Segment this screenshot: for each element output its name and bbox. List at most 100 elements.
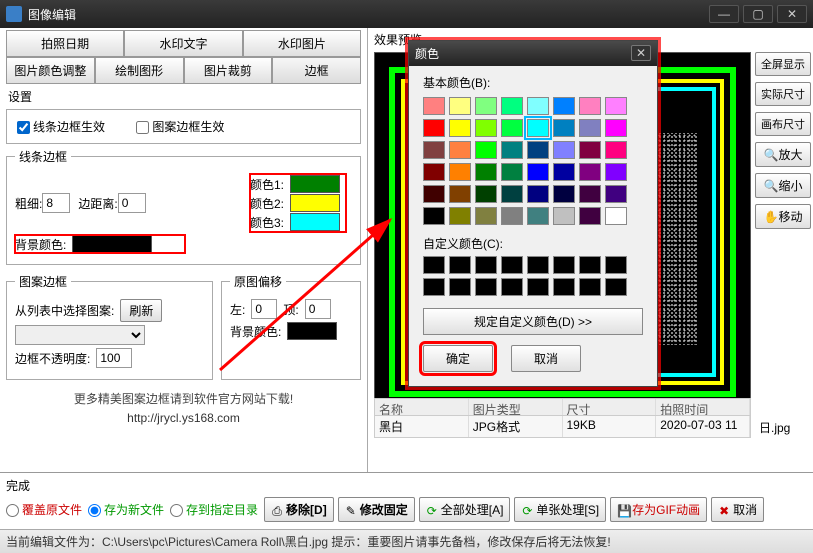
palette-cell[interactable] (423, 207, 445, 225)
palette-cell[interactable] (579, 163, 601, 181)
palette-cell[interactable] (579, 119, 601, 137)
offset-left-input[interactable] (251, 299, 277, 319)
pattern-select[interactable] (15, 325, 145, 345)
custom-color-cell[interactable] (423, 256, 445, 274)
chk-pattern-border[interactable] (136, 121, 149, 134)
maximize-button[interactable]: ▢ (743, 5, 773, 23)
custom-color-cell[interactable] (605, 278, 627, 296)
palette-cell[interactable] (501, 119, 523, 137)
palette-cell[interactable] (475, 97, 497, 115)
opacity-input[interactable] (96, 348, 132, 368)
palette-cell[interactable] (501, 97, 523, 115)
palette-cell[interactable] (553, 97, 575, 115)
palette-cell[interactable] (553, 185, 575, 203)
radio-savedir-label[interactable]: 存到指定目录 (170, 501, 258, 518)
palette-cell[interactable] (605, 185, 627, 203)
custom-color-cell[interactable] (579, 256, 601, 274)
palette-cell[interactable] (553, 141, 575, 159)
palette-cell[interactable] (423, 119, 445, 137)
custom-color-cell[interactable] (501, 256, 523, 274)
radio-saveas-label[interactable]: 存为新文件 (88, 501, 164, 518)
palette-cell[interactable] (449, 119, 471, 137)
promo-link[interactable]: http://jrycl.ys168.com (6, 409, 361, 428)
refresh-button[interactable]: 刷新 (120, 299, 162, 322)
offset-top-input[interactable] (305, 299, 331, 319)
radio-overwrite[interactable] (6, 504, 19, 517)
color3-swatch[interactable] (290, 213, 340, 231)
custom-color-cell[interactable] (449, 256, 471, 274)
radio-saveas[interactable] (88, 504, 101, 517)
pattern-bg-swatch[interactable] (287, 322, 337, 340)
palette-cell[interactable] (527, 207, 549, 225)
custom-color-cell[interactable] (423, 278, 445, 296)
custom-color-cell[interactable] (527, 278, 549, 296)
custom-color-cell[interactable] (449, 278, 471, 296)
chk-line-border[interactable] (17, 121, 30, 134)
palette-cell[interactable] (579, 97, 601, 115)
define-custom-color-button[interactable]: 规定自定义颜色(D) >> (423, 308, 643, 335)
palette-cell[interactable] (579, 185, 601, 203)
palette-cell[interactable] (449, 207, 471, 225)
palette-cell[interactable] (605, 119, 627, 137)
palette-cell[interactable] (553, 163, 575, 181)
chk-line-border-label[interactable]: 线条边框生效 (17, 120, 105, 134)
palette-cell[interactable] (423, 163, 445, 181)
palette-cell[interactable] (423, 141, 445, 159)
fix-button[interactable]: ✎修改固定 (338, 497, 415, 522)
palette-cell[interactable] (579, 141, 601, 159)
custom-color-cell[interactable] (553, 256, 575, 274)
canvas-size-button[interactable]: 画布尺寸 (755, 112, 811, 136)
palette-cell[interactable] (605, 97, 627, 115)
palette-cell[interactable] (605, 141, 627, 159)
cancel-button[interactable]: ✖取消 (711, 497, 764, 522)
palette-cell[interactable] (527, 185, 549, 203)
palette-cell[interactable] (475, 207, 497, 225)
tab-date[interactable]: 拍照日期 (6, 30, 124, 56)
save-gif-button[interactable]: 💾存为GIF动画 (610, 497, 707, 522)
tab-crop[interactable]: 图片裁剪 (184, 57, 273, 83)
tab-draw[interactable]: 绘制图形 (95, 57, 184, 83)
palette-cell[interactable] (475, 119, 497, 137)
color2-swatch[interactable] (290, 194, 340, 212)
palette-cell[interactable] (501, 185, 523, 203)
close-button[interactable]: ✕ (777, 5, 807, 23)
palette-cell[interactable] (501, 207, 523, 225)
palette-cell[interactable] (553, 119, 575, 137)
remove-button[interactable]: ⎙移除[D] (264, 497, 334, 522)
thickness-input[interactable] (42, 193, 70, 213)
margin-input[interactable] (118, 193, 146, 213)
minimize-button[interactable]: — (709, 5, 739, 23)
palette-cell[interactable] (579, 207, 601, 225)
color1-swatch[interactable] (290, 175, 340, 193)
palette-cell[interactable] (527, 97, 549, 115)
palette-cell[interactable] (553, 207, 575, 225)
palette-cell[interactable] (449, 185, 471, 203)
custom-color-cell[interactable] (605, 256, 627, 274)
palette-cell[interactable] (527, 163, 549, 181)
palette-cell[interactable] (449, 97, 471, 115)
bgcolor-swatch[interactable] (72, 235, 152, 253)
palette-cell[interactable] (475, 185, 497, 203)
move-button[interactable]: ✋移动 (755, 204, 811, 229)
custom-color-cell[interactable] (579, 278, 601, 296)
color-cancel-button[interactable]: 取消 (511, 345, 581, 372)
radio-savedir[interactable] (170, 504, 183, 517)
process-all-button[interactable]: ⟳全部处理[A] (419, 497, 511, 522)
palette-cell[interactable] (449, 141, 471, 159)
palette-cell[interactable] (501, 141, 523, 159)
palette-cell[interactable] (423, 97, 445, 115)
custom-color-cell[interactable] (475, 278, 497, 296)
zoom-in-button[interactable]: 🔍放大 (755, 142, 811, 167)
tab-text-watermark[interactable]: 水印文字 (124, 30, 242, 56)
palette-cell[interactable] (501, 163, 523, 181)
actual-size-button[interactable]: 实际尺寸 (755, 82, 811, 106)
custom-color-cell[interactable] (501, 278, 523, 296)
radio-overwrite-label[interactable]: 覆盖原文件 (6, 501, 82, 518)
custom-color-cell[interactable] (475, 256, 497, 274)
palette-cell[interactable] (475, 141, 497, 159)
palette-cell[interactable] (527, 141, 549, 159)
tab-color-adjust[interactable]: 图片颜色调整 (6, 57, 95, 83)
color-dialog-close[interactable]: ✕ (631, 45, 651, 61)
custom-color-cell[interactable] (553, 278, 575, 296)
tab-border[interactable]: 边框 (272, 57, 361, 83)
